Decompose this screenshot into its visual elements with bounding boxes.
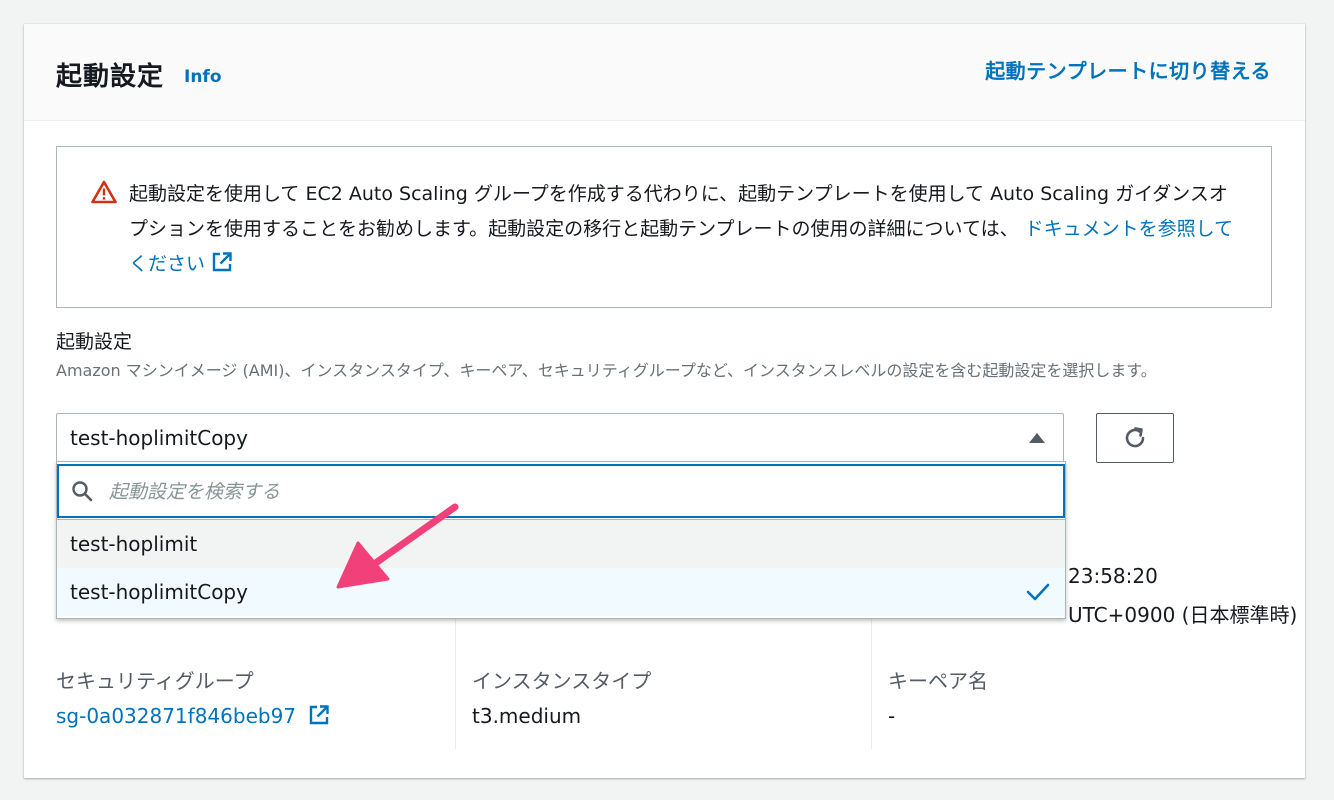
dropdown-search-box bbox=[57, 464, 1065, 518]
alert-message: 起動設定を使用して EC2 Auto Scaling グループを作成する代わりに… bbox=[129, 177, 1239, 282]
annotation-arrow-icon bbox=[336, 503, 459, 589]
launch-config-dropdown: test-hoplimit test-hoplimitCopy bbox=[56, 461, 1066, 619]
search-icon bbox=[72, 481, 93, 502]
security-group-id: sg-0a032871f846beb97 bbox=[56, 704, 297, 728]
panel-header: 起動設定 Info 起動テンプレートに切り替える bbox=[24, 24, 1305, 121]
option-label: test-hoplimitCopy bbox=[70, 580, 248, 604]
external-link-icon[interactable] bbox=[211, 251, 233, 273]
column-divider bbox=[455, 619, 456, 749]
instance-type-label: インスタンスタイプ bbox=[472, 669, 652, 693]
launch-configuration-panel: 起動設定 Info 起動テンプレートに切り替える 起動設定を使用して EC2 A… bbox=[24, 24, 1305, 778]
refresh-button[interactable] bbox=[1096, 413, 1174, 463]
security-group-label: セキュリティグループ bbox=[56, 669, 254, 693]
dropdown-option[interactable]: test-hoplimit bbox=[57, 519, 1065, 569]
launch-config-field-description: Amazon マシンイメージ (AMI)、インスタンスタイプ、キーペア、セキュリ… bbox=[56, 361, 1157, 380]
caret-up-icon bbox=[1029, 433, 1045, 443]
select-current-value: test-hoplimitCopy bbox=[70, 426, 248, 450]
created-timezone-value: UTC+0900 (日本標準時) bbox=[1068, 603, 1298, 627]
warning-alert: 起動設定を使用して EC2 Auto Scaling グループを作成する代わりに… bbox=[56, 146, 1272, 308]
search-input[interactable] bbox=[107, 475, 1011, 509]
refresh-icon bbox=[1125, 427, 1145, 448]
instance-type-value: t3.medium bbox=[472, 704, 582, 728]
dropdown-option-selected[interactable]: test-hoplimitCopy bbox=[57, 568, 1065, 616]
warning-icon bbox=[91, 180, 117, 204]
switch-to-launch-template-link[interactable]: 起動テンプレートに切り替える bbox=[985, 55, 1271, 84]
launch-config-field-label: 起動設定 bbox=[56, 331, 133, 353]
key-pair-label: キーペア名 bbox=[888, 669, 988, 693]
check-icon bbox=[1026, 583, 1050, 601]
info-link[interactable]: Info bbox=[184, 67, 222, 87]
option-label: test-hoplimit bbox=[70, 532, 198, 556]
created-time-value: 23:58:20 bbox=[1068, 564, 1158, 588]
external-link-icon bbox=[310, 705, 330, 725]
panel-title: 起動設定 bbox=[56, 62, 165, 92]
key-pair-value: - bbox=[888, 704, 896, 728]
launch-config-select[interactable]: test-hoplimitCopy bbox=[56, 413, 1064, 463]
security-group-link[interactable]: sg-0a032871f846beb97 bbox=[56, 704, 330, 728]
